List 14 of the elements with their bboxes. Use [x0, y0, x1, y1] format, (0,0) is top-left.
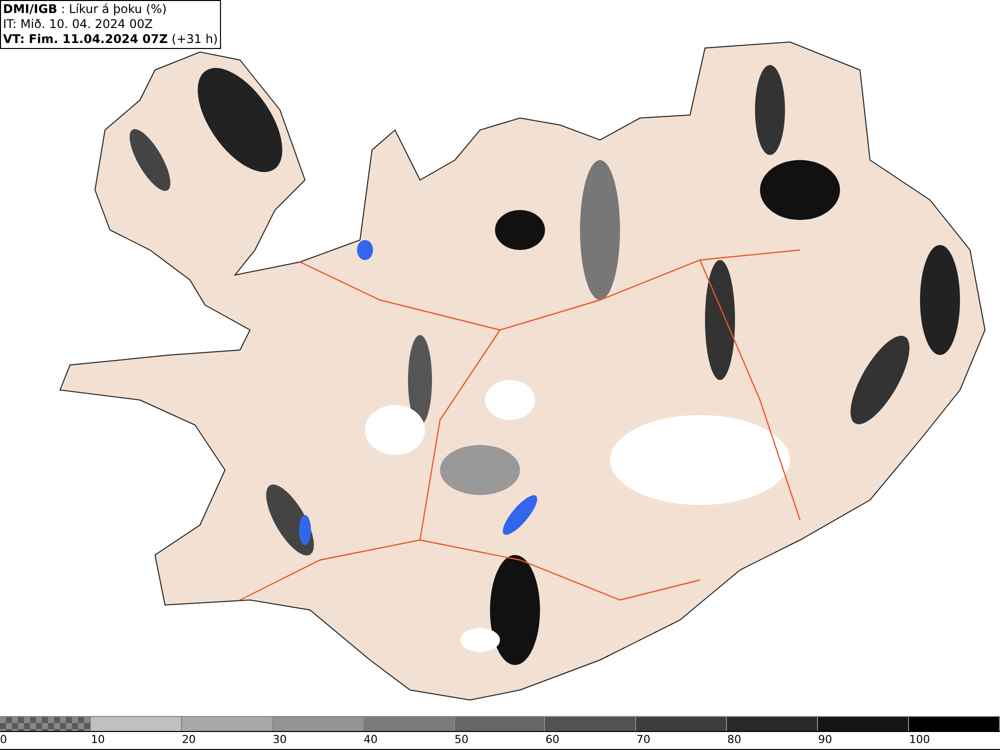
- colorbar-tick-label: 50: [454, 733, 469, 746]
- colorbar-tick-label: 100: [909, 733, 930, 746]
- colorbar-tick-label: 10: [90, 733, 105, 746]
- colorbar-tick-label: 70: [636, 733, 650, 746]
- colorbar-tick-label: 40: [364, 733, 378, 746]
- header-text: IT: Mið. 10. 04. 2024 00Z: [3, 17, 154, 32]
- colorbar-tick-label: 60: [545, 733, 560, 746]
- colorbar-tick-label: 90: [818, 733, 832, 746]
- colorbar-tick-label: 30: [272, 733, 287, 746]
- header-text: VT: Fim. 11.04.2024 07Z (+31 h): [3, 32, 218, 47]
- colorbar-tick-label: 80: [727, 733, 742, 746]
- colorbar-tick-label: 20: [182, 733, 196, 746]
- header-text: DMI/IGB : Líkur á þoku (%): [3, 2, 168, 17]
- colorbar-tick-label: 0: [0, 733, 7, 746]
